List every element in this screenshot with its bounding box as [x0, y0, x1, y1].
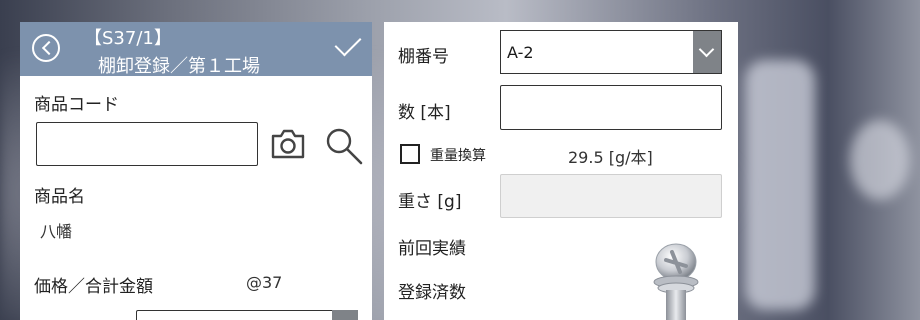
weight-convert-label: 重量換算: [430, 148, 486, 164]
weight-label: 重さ [g]: [398, 192, 462, 212]
page-title: 棚卸登録／第１工場: [98, 56, 260, 77]
quantity-input[interactable]: [500, 85, 722, 130]
search-icon[interactable]: [324, 126, 364, 166]
previous-result-label: 前回実績: [398, 239, 466, 259]
product-name-label: 商品名: [34, 187, 85, 207]
weight-convert-checkbox[interactable]: [400, 144, 420, 164]
quantity-label: 数 [本]: [398, 103, 451, 123]
inventory-form-left: 【S37/1】 棚卸登録／第１工場 商品コード 商品名 八幡 価格／合計金額 @…: [20, 22, 372, 320]
inventory-form-right: 棚番号 A-2 数 [本] 重量換算 29.5 [g/本] 重さ [g] 前回実…: [384, 22, 738, 320]
product-code-label: 商品コード: [34, 95, 119, 115]
camera-icon[interactable]: [270, 128, 306, 160]
price-value: @37: [246, 273, 283, 292]
shelf-select-value: A-2: [507, 43, 534, 62]
app-header: 【S37/1】 棚卸登録／第１工場: [20, 22, 372, 77]
price-input[interactable]: [136, 310, 358, 320]
weight-input[interactable]: [500, 174, 722, 218]
checkmark-icon[interactable]: [334, 29, 362, 57]
unit-weight-value: 29.5 [g/本]: [568, 148, 653, 167]
registered-count-label: 登録済数: [398, 283, 466, 303]
header-code: 【S37/1】: [84, 28, 172, 49]
bolt-product-image: [653, 243, 699, 320]
background-shape: [850, 120, 910, 200]
price-input-button[interactable]: [332, 310, 358, 320]
background-shape: [745, 60, 815, 310]
shelf-select[interactable]: A-2: [500, 30, 722, 74]
chevron-down-icon[interactable]: [693, 31, 721, 73]
back-icon[interactable]: [32, 34, 60, 62]
shelf-label: 棚番号: [398, 47, 449, 67]
price-label: 価格／合計金額: [34, 277, 153, 297]
product-code-input[interactable]: [36, 122, 258, 166]
product-name-value: 八幡: [40, 222, 73, 241]
